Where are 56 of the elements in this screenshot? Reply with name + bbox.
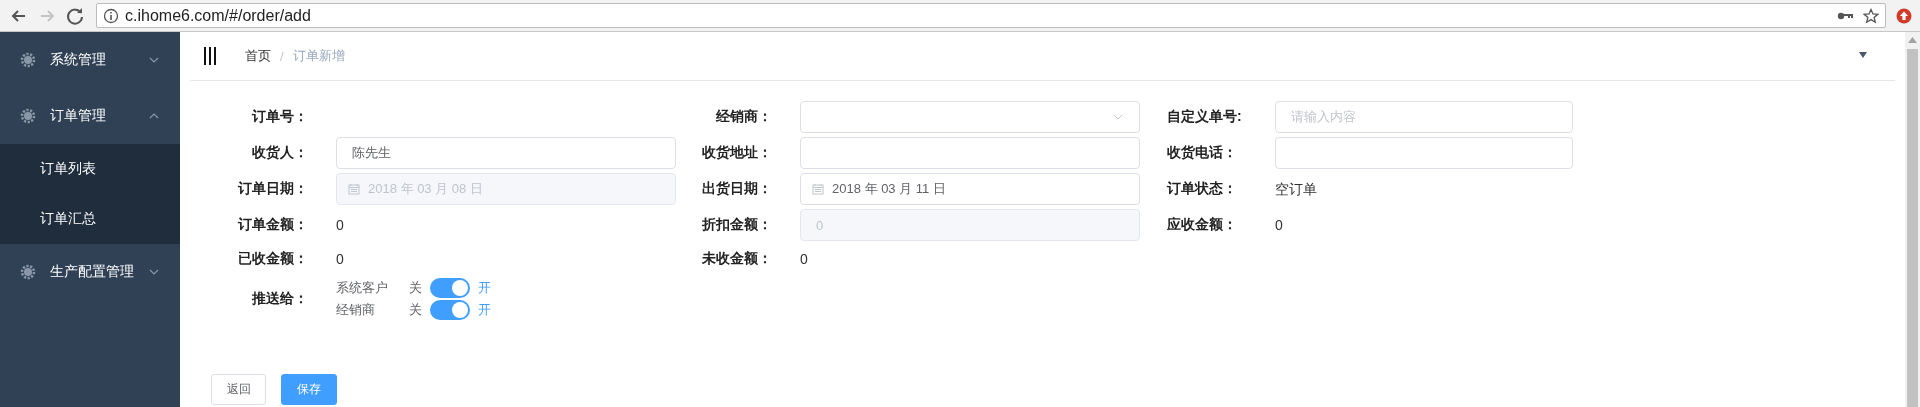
scroll-up-icon[interactable]	[1908, 37, 1917, 43]
field-label: 应收金额：	[1167, 216, 1237, 232]
field-value: 空订单	[1275, 180, 1317, 197]
gear-icon	[20, 264, 36, 280]
switch-on-label: 开	[478, 279, 491, 297]
field-value: 0	[800, 250, 808, 267]
caret-icon[interactable]	[1859, 52, 1867, 58]
scrollbar[interactable]	[1905, 32, 1920, 407]
sidebar-item[interactable]: 订单管理	[0, 88, 180, 144]
breadcrumb-separator: /	[280, 48, 284, 64]
switch-label: 经销商	[336, 301, 376, 319]
breadcrumb-item[interactable]: 首页	[245, 47, 271, 65]
switch-label: 系统客户	[336, 279, 389, 297]
select-field[interactable]	[800, 101, 1140, 133]
menu-icon[interactable]	[203, 47, 217, 65]
field-label: 订单日期：	[238, 180, 308, 196]
field-label: 收货人：	[252, 144, 308, 160]
sidebar-subitem[interactable]: 订单列表	[0, 144, 180, 194]
toggle-switch[interactable]	[430, 300, 470, 320]
field-label: 已收金额：	[238, 249, 308, 266]
field-label: 订单状态：	[1167, 180, 1237, 196]
sidebar-item[interactable]: 系统管理	[0, 32, 180, 88]
gear-icon	[20, 52, 36, 68]
address-bar[interactable]: c.ihome6.com/#/order/add	[96, 3, 1886, 28]
field-value: 0	[336, 250, 344, 267]
toggle-switch[interactable]	[430, 278, 470, 298]
input-field[interactable]: 陈先生	[336, 137, 676, 169]
switch-on-label: 开	[478, 301, 491, 319]
breadcrumb-item: 订单新增	[292, 47, 345, 65]
field-label: 自定义单号:	[1167, 108, 1242, 124]
field-value: 0	[336, 217, 344, 233]
input-field[interactable]	[800, 137, 1140, 169]
sidebar-item[interactable]: 生产配置管理	[0, 244, 180, 300]
input-field[interactable]	[1275, 137, 1573, 169]
field-label: 订单号：	[252, 108, 308, 124]
switch-off-label: 关	[409, 301, 422, 319]
field-label: 收货地址：	[702, 144, 772, 160]
back-button[interactable]: 返回	[211, 374, 266, 405]
star-icon[interactable]	[1863, 7, 1879, 24]
switch-off-label: 关	[409, 279, 422, 297]
sidebar-subitem[interactable]: 订单汇总	[0, 194, 180, 244]
field-label: 未收金额：	[702, 249, 772, 266]
field-label: 经销商：	[716, 108, 772, 124]
field-value: 0	[1275, 217, 1283, 233]
field-label: 推送给：	[252, 290, 308, 306]
field-label: 收货电话：	[1167, 144, 1237, 160]
calendar-icon	[812, 183, 824, 195]
extension-icon[interactable]	[1896, 7, 1912, 24]
info-icon	[103, 7, 119, 24]
key-icon[interactable]	[1837, 10, 1853, 21]
field-label: 折扣金额：	[702, 216, 772, 232]
gear-icon	[20, 108, 36, 124]
field-label: 订单金额：	[238, 216, 308, 232]
field-label: 出货日期：	[702, 180, 772, 196]
calendar-icon	[348, 183, 360, 195]
date-field[interactable]: 2018 年 03 月 11 日	[800, 173, 1140, 205]
